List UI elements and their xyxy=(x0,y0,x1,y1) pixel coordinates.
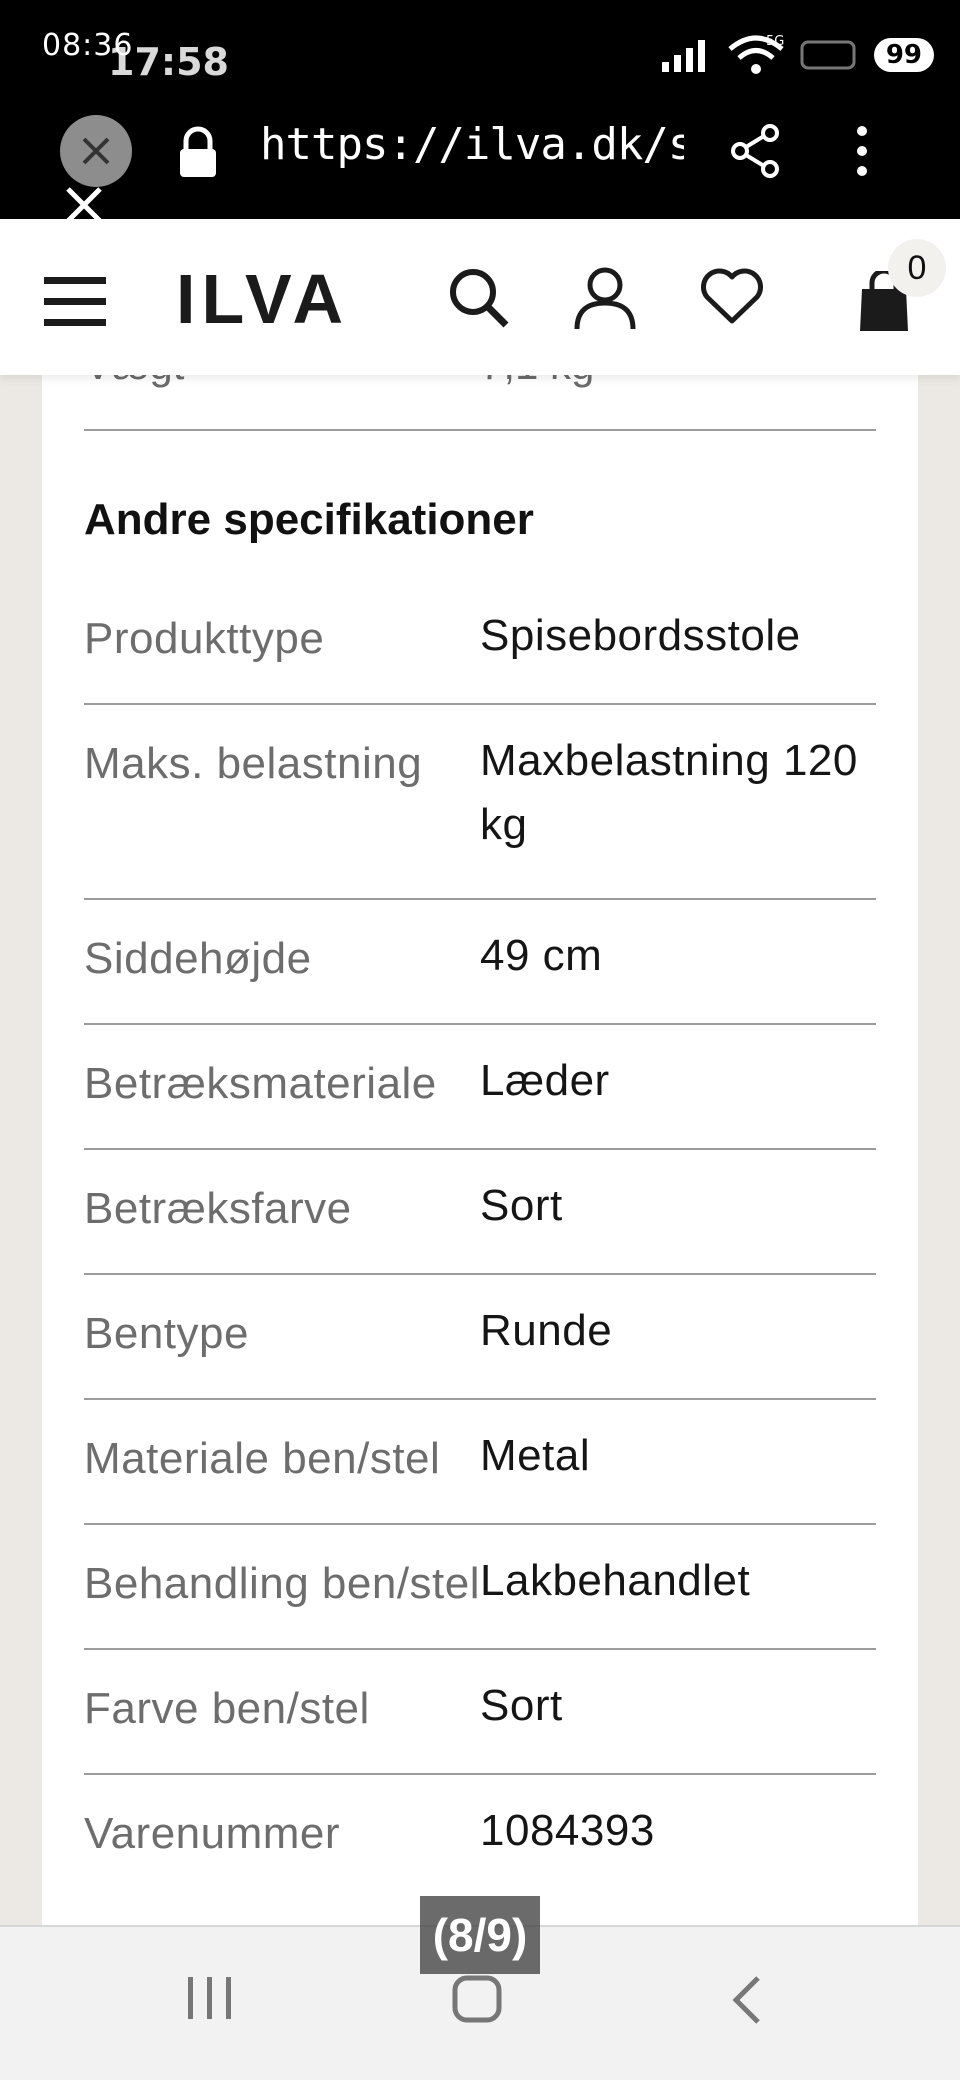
battery-outline-icon xyxy=(800,40,856,70)
status-indicators: 5G 99 xyxy=(660,30,934,80)
spec-row: Betræksmateriale Læder xyxy=(84,1025,876,1150)
spec-row: Bentype Runde xyxy=(84,1275,876,1400)
spec-row: Varenummer 1084393 xyxy=(84,1775,876,1900)
spec-row-partial: Vægt 7,1 kg xyxy=(84,375,876,431)
spec-value: Lakbehandlet xyxy=(480,1556,751,1605)
share-icon[interactable] xyxy=(728,123,784,179)
spec-value: Sort xyxy=(480,1181,563,1230)
section-title: Andre specifikationer xyxy=(84,495,534,544)
site-header: ILVA 0 xyxy=(0,219,960,375)
heart-icon[interactable] xyxy=(700,267,764,325)
url-bar[interactable]: https://ilva.dk/spise xyxy=(260,119,684,170)
spec-label: Betræksmateriale xyxy=(84,1059,437,1108)
spec-value: Runde xyxy=(480,1306,613,1355)
spec-label: Vægt xyxy=(84,375,184,389)
spec-row: Produkttype Spisebordsstole xyxy=(84,580,876,705)
spec-label: Behandling ben/stel xyxy=(84,1559,481,1608)
wifi-icon: 5G xyxy=(728,34,784,74)
product-specifications-card: Vægt 7,1 kg Andre specifikationer Produk… xyxy=(42,375,918,1925)
site-logo[interactable]: ILVA xyxy=(176,259,349,339)
hamburger-icon[interactable] xyxy=(44,277,106,327)
spec-label: Siddehøjde xyxy=(84,934,312,983)
spec-label: Farve ben/stel xyxy=(84,1684,370,1733)
spec-label: Varenummer xyxy=(84,1809,341,1858)
search-icon[interactable] xyxy=(448,267,510,329)
signal-icon xyxy=(661,40,705,72)
kebab-menu-icon[interactable] xyxy=(850,123,874,179)
network-label: 5G xyxy=(766,34,784,49)
spec-value: Spisebordsstole xyxy=(480,611,801,660)
spec-value: 7,1 kg xyxy=(480,375,594,389)
spec-row: Siddehøjde 49 cm xyxy=(84,900,876,1025)
spec-row: Betræksfarve Sort xyxy=(84,1150,876,1275)
spec-label: Maks. belastning xyxy=(84,739,423,788)
back-icon[interactable] xyxy=(730,1975,762,2025)
cart-count-badge[interactable]: 0 xyxy=(888,239,946,297)
spec-value: 49 cm xyxy=(480,931,603,980)
spec-table: Produkttype Spisebordsstole Maks. belast… xyxy=(84,580,876,1900)
close-tab-button[interactable] xyxy=(60,115,132,187)
close-icon xyxy=(82,137,110,165)
page-indicator: (8/9) xyxy=(420,1896,540,1974)
lock-icon xyxy=(180,126,216,177)
recents-icon[interactable] xyxy=(186,1975,234,2021)
status-time-overlay: 17:58 xyxy=(108,40,229,84)
browser-toolbar: https://ilva.dk/spise xyxy=(0,105,960,223)
spec-value: Sort xyxy=(480,1681,563,1730)
home-icon[interactable] xyxy=(452,1975,502,2023)
spec-label: Produkttype xyxy=(84,614,325,663)
spec-value: 1084393 xyxy=(480,1806,655,1855)
spec-value: Metal xyxy=(480,1431,591,1480)
battery-level: 99 xyxy=(873,38,934,72)
spec-label: Materiale ben/stel xyxy=(84,1434,441,1483)
spec-row: Farve ben/stel Sort xyxy=(84,1650,876,1775)
spec-value: Maxbelastning 120 kg xyxy=(480,736,858,849)
spec-row: Materiale ben/stel Metal xyxy=(84,1400,876,1525)
spec-row: Behandling ben/stel Lakbehandlet xyxy=(84,1525,876,1650)
spec-row: Maks. belastning Maxbelastning 120 kg xyxy=(84,705,876,900)
spec-value: Læder xyxy=(480,1056,610,1105)
spec-label: Bentype xyxy=(84,1309,249,1358)
spec-label: Betræksfarve xyxy=(84,1184,352,1233)
user-icon[interactable] xyxy=(574,267,636,331)
